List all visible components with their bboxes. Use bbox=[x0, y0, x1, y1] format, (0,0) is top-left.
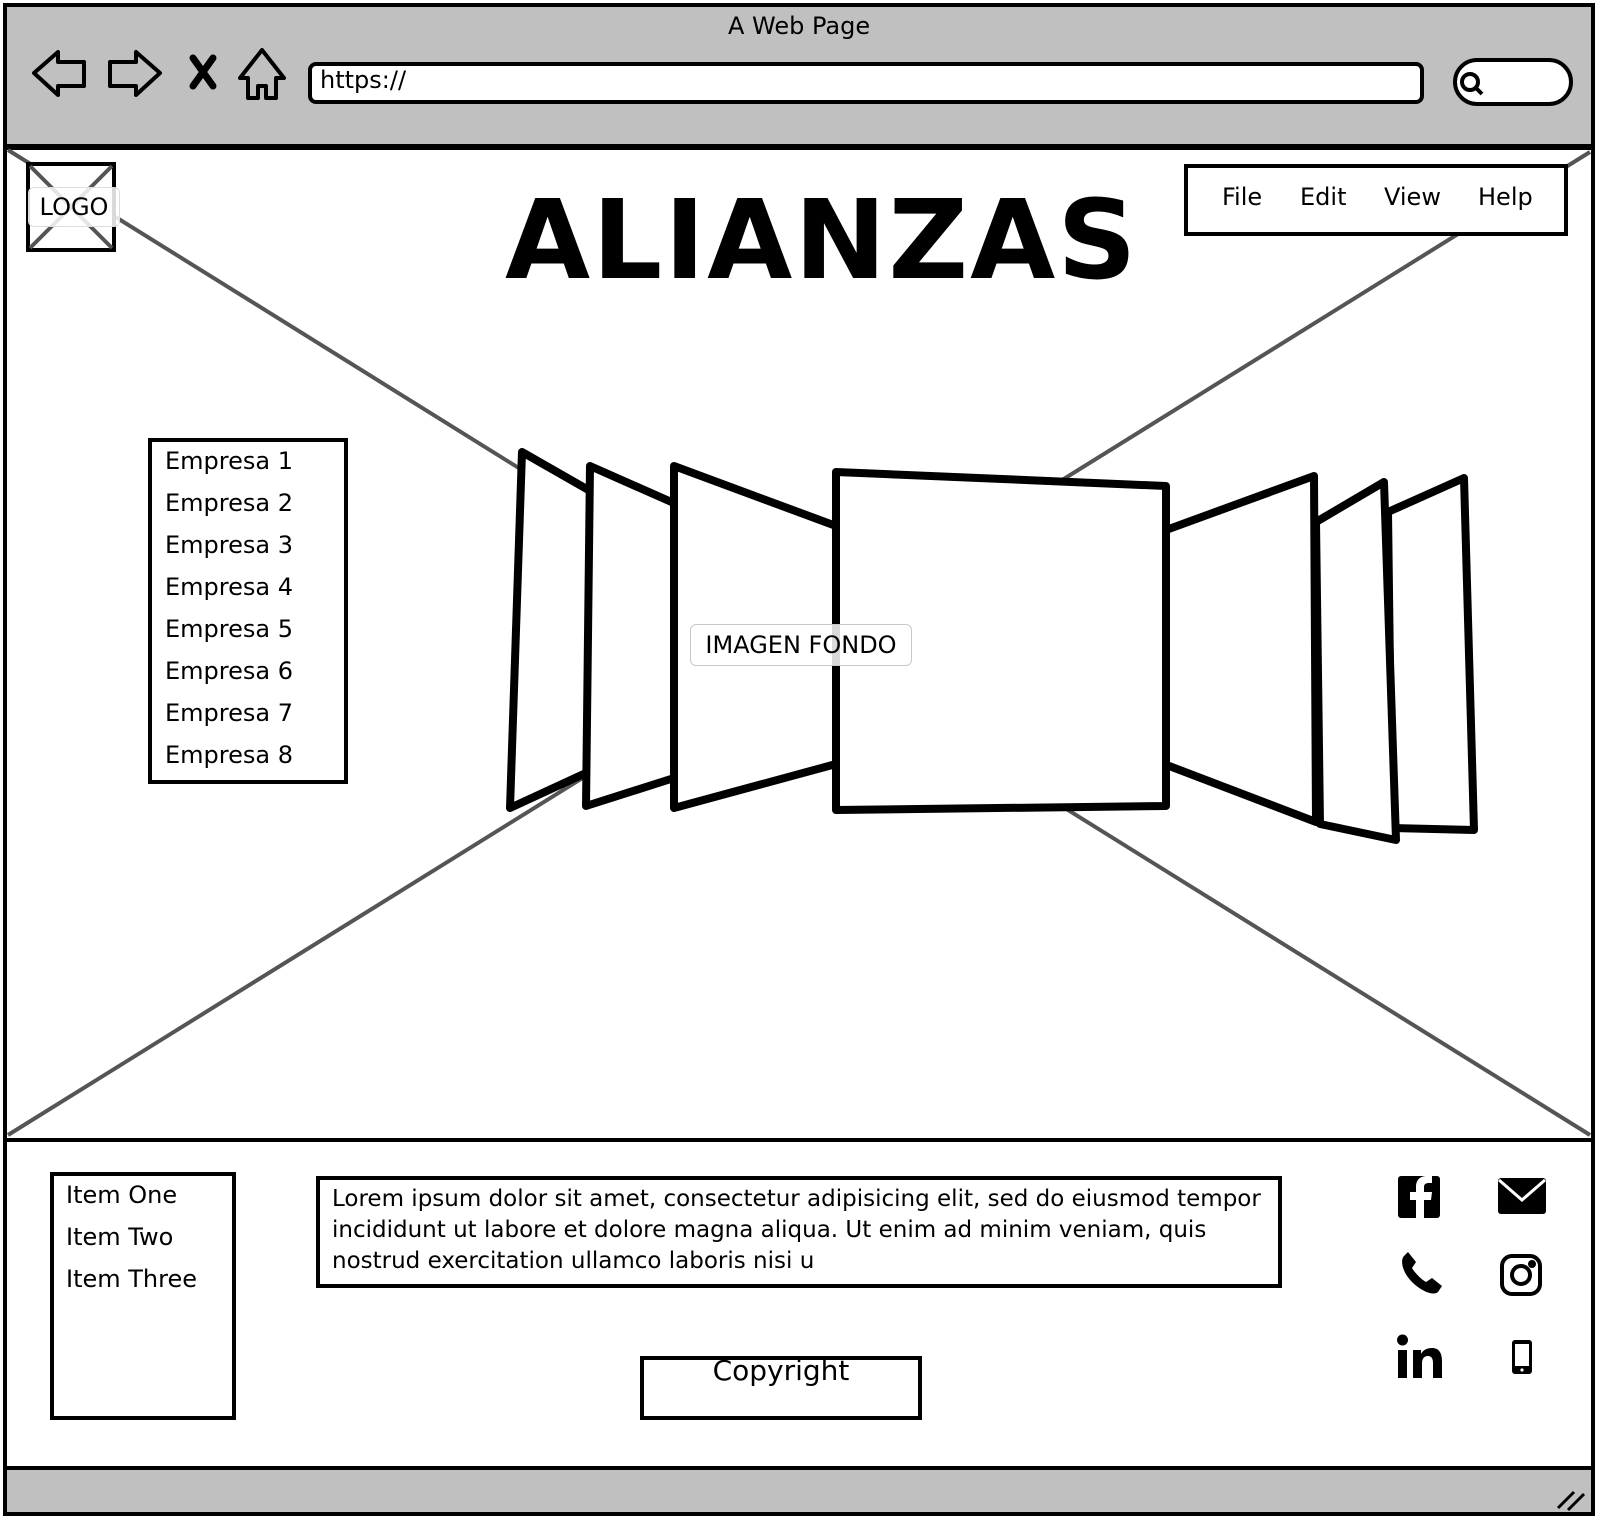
footer-list-item[interactable]: Item Three bbox=[66, 1267, 197, 1291]
url-text[interactable]: https:// bbox=[320, 68, 406, 92]
gallery-panel[interactable] bbox=[1384, 474, 1478, 834]
menu-help[interactable]: Help bbox=[1478, 185, 1533, 209]
gallery-panel[interactable] bbox=[582, 462, 680, 810]
menu-edit[interactable]: Edit bbox=[1300, 185, 1346, 209]
menu-file[interactable]: File bbox=[1222, 185, 1262, 209]
window-title: A Web Page bbox=[728, 12, 871, 40]
company-item[interactable]: Empresa 2 bbox=[165, 491, 293, 515]
page-title: ALIANZAS bbox=[505, 176, 1139, 304]
company-item[interactable]: Empresa 8 bbox=[165, 743, 293, 767]
logo-label[interactable]: LOGO bbox=[28, 187, 120, 227]
browser-window: A Web Page https:// LOGO ALIANZAS File E… bbox=[0, 0, 1598, 1520]
coverflow-gallery[interactable] bbox=[506, 448, 1478, 844]
copyright-label: Copyright bbox=[712, 1354, 850, 1387]
gallery-panel[interactable] bbox=[506, 448, 596, 812]
footer-list-item[interactable]: Item Two bbox=[66, 1225, 173, 1249]
company-item[interactable]: Empresa 4 bbox=[165, 575, 293, 599]
status-bar bbox=[3, 1466, 1595, 1516]
mail-icon[interactable] bbox=[1498, 1178, 1546, 1214]
address-bar[interactable] bbox=[308, 62, 1424, 104]
company-item[interactable]: Empresa 5 bbox=[165, 617, 293, 641]
footer-list bbox=[50, 1172, 236, 1420]
facebook-icon[interactable] bbox=[1398, 1176, 1440, 1218]
gallery-panel[interactable] bbox=[1312, 478, 1400, 844]
company-item[interactable]: Empresa 7 bbox=[165, 701, 293, 725]
menu-view[interactable]: View bbox=[1384, 185, 1441, 209]
background-image-label: IMAGEN FONDO bbox=[690, 624, 912, 666]
company-item[interactable]: Empresa 1 bbox=[165, 449, 293, 473]
search-field[interactable] bbox=[1453, 58, 1573, 106]
gallery-panel[interactable] bbox=[1160, 472, 1320, 826]
company-item[interactable]: Empresa 6 bbox=[165, 659, 293, 683]
footer-paragraph: Lorem ipsum dolor sit amet, consectetur … bbox=[332, 1186, 1261, 1274]
mobile-icon[interactable] bbox=[1512, 1340, 1532, 1374]
company-item[interactable]: Empresa 3 bbox=[165, 533, 293, 557]
footer-list-item[interactable]: Item One bbox=[66, 1183, 177, 1207]
